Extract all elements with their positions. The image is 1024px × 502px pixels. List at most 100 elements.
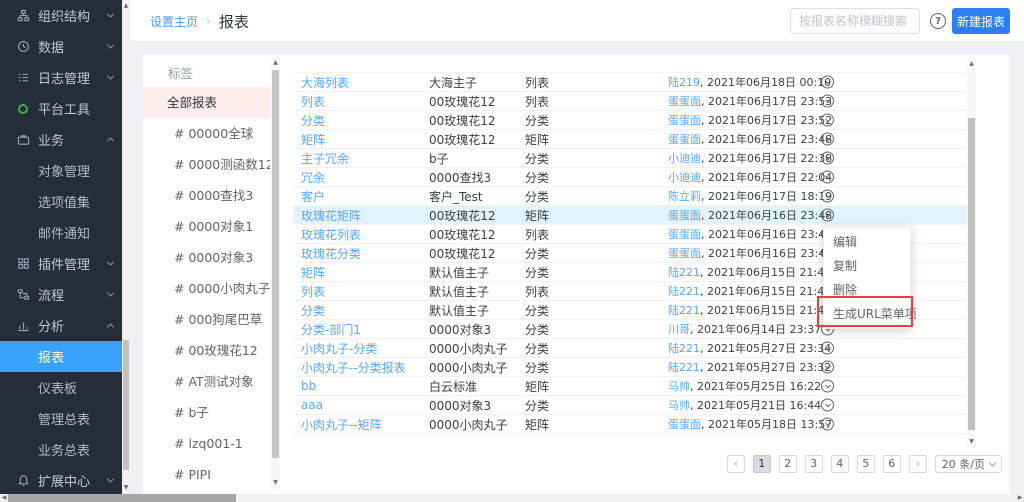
tag-item[interactable]: # b子 xyxy=(143,397,270,428)
scroll-down-icon[interactable]: ▼ xyxy=(271,478,280,488)
user-link[interactable]: 陆221 xyxy=(668,304,700,317)
sidebar-item-plugin-management[interactable]: 插件管理 xyxy=(0,248,122,279)
user-link[interactable]: 陆221 xyxy=(668,342,700,355)
sidebar-item-option-value-set[interactable]: 选项值集 xyxy=(0,186,122,217)
sidebar-item-log-management[interactable]: 日志管理 xyxy=(0,62,122,93)
report-name-link[interactable]: 列表 xyxy=(293,283,429,300)
report-name-link[interactable]: 分类 xyxy=(293,302,429,319)
report-name-link[interactable]: 矩阵 xyxy=(293,264,429,281)
sidebar-item-analysis[interactable]: 分析 xyxy=(0,310,122,341)
row-actions-icon[interactable] xyxy=(821,361,834,374)
row-actions-icon[interactable] xyxy=(821,418,834,431)
user-link[interactable]: 陆221 xyxy=(668,266,700,279)
user-link[interactable]: 川哥 xyxy=(668,323,690,336)
row-actions-icon[interactable] xyxy=(821,76,834,89)
sidebar-item-platform-tools[interactable]: 平台工具 xyxy=(0,93,122,124)
tag-item[interactable]: # 0000测函数123 xyxy=(143,149,270,180)
sidebar-scrollbar-thumb[interactable] xyxy=(123,340,129,470)
scroll-up-icon[interactable]: ▲ xyxy=(967,59,976,69)
page-number-button[interactable]: 5 xyxy=(857,455,875,473)
row-actions-icon[interactable] xyxy=(821,114,834,127)
sidebar-item-object-management[interactable]: 对象管理 xyxy=(0,155,122,186)
sidebar-item-dashboard[interactable]: 仪表板 xyxy=(0,372,122,403)
context-menu-item[interactable]: 编辑 xyxy=(824,230,910,254)
report-name-link[interactable]: aaa xyxy=(293,398,429,412)
context-menu-item[interactable]: 复制 xyxy=(824,254,910,278)
help-icon[interactable]: ? xyxy=(930,13,946,29)
user-link[interactable]: 蛋蛋面 xyxy=(668,95,701,108)
user-link[interactable]: 马帅 xyxy=(668,380,690,393)
report-name-link[interactable]: 玫瑰花分类 xyxy=(293,245,429,262)
tag-item[interactable]: # lzq001-1 xyxy=(143,428,270,459)
page-size-select[interactable]: 20 条/页 xyxy=(935,455,1002,473)
sidebar-item-data[interactable]: 数据 xyxy=(0,31,122,62)
user-link[interactable]: 陆221 xyxy=(668,285,700,298)
user-link[interactable]: 陈立莉 xyxy=(668,190,701,203)
user-link[interactable]: 小迪迪 xyxy=(668,152,701,165)
page-number-button[interactable]: 2 xyxy=(779,455,797,473)
page-number-button[interactable]: 1 xyxy=(753,455,771,473)
prev-page-button[interactable]: ‹ xyxy=(727,455,745,473)
scroll-left-icon[interactable]: ◀ xyxy=(0,494,8,502)
sidebar-item-flow[interactable]: 流程 xyxy=(0,279,122,310)
table-scrollbar-thumb[interactable] xyxy=(968,118,975,430)
sidebar-item-reports[interactable]: 报表 xyxy=(0,341,122,372)
row-actions-icon[interactable] xyxy=(821,171,834,184)
tag-item[interactable]: # AT测试对象 xyxy=(143,366,270,397)
user-link[interactable]: 蛋蛋面 xyxy=(668,114,701,127)
tag-item[interactable]: # 00000全球 xyxy=(143,118,270,149)
user-link[interactable]: 马帅 xyxy=(668,399,690,412)
page-number-button[interactable]: 6 xyxy=(883,455,901,473)
report-name-link[interactable]: 分类 xyxy=(293,112,429,129)
report-name-link[interactable]: 分类-部门1 xyxy=(293,321,429,338)
sidebar-item-org-structure[interactable]: 组织结构 xyxy=(0,0,122,31)
report-name-link[interactable]: 小肉丸子--矩阵 xyxy=(293,416,429,433)
page-number-button[interactable]: 3 xyxy=(805,455,823,473)
tag-item[interactable]: # 0000对象1 xyxy=(143,211,270,242)
report-name-link[interactable]: 大海列表 xyxy=(293,74,429,91)
tag-item[interactable]: # 0000对象3 xyxy=(143,242,270,273)
report-name-link[interactable]: 主子冗余 xyxy=(293,150,429,167)
report-name-link[interactable]: 小肉丸子--分类报表 xyxy=(293,359,429,376)
row-actions-icon[interactable] xyxy=(821,380,834,393)
sidebar-item-management-summary[interactable]: 管理总表 xyxy=(0,403,122,434)
context-menu-item[interactable]: 生成URL菜单项 xyxy=(824,302,910,326)
scroll-up-icon[interactable]: ▲ xyxy=(122,1,130,11)
user-link[interactable]: 蛋蛋面 xyxy=(668,247,701,260)
user-link[interactable]: 蛋蛋面 xyxy=(668,209,701,222)
row-actions-icon[interactable] xyxy=(821,399,834,412)
sidebar-item-business[interactable]: 业务 xyxy=(0,124,122,155)
row-actions-icon[interactable] xyxy=(821,133,834,146)
tag-item[interactable]: # 0000小肉丸子 xyxy=(143,273,270,304)
sidebar-item-extension-center[interactable]: 扩展中心 xyxy=(0,465,122,494)
sidebar-item-business-summary[interactable]: 业务总表 xyxy=(0,434,122,465)
user-link[interactable]: 小迪迪 xyxy=(668,171,701,184)
scroll-right-icon[interactable]: ▶ xyxy=(1016,494,1024,502)
user-link[interactable]: 蛋蛋面 xyxy=(668,133,701,146)
report-name-link[interactable]: 玫瑰花列表 xyxy=(293,226,429,243)
row-actions-icon[interactable] xyxy=(821,190,834,203)
report-name-link[interactable]: 玫瑰花矩阵 xyxy=(293,207,429,224)
tag-item[interactable]: # 000狗尾巴草 xyxy=(143,304,270,335)
tag-item[interactable]: 全部报表 xyxy=(143,87,270,118)
next-page-button[interactable]: › xyxy=(909,455,927,473)
horizontal-scrollbar-thumb[interactable] xyxy=(8,494,236,502)
row-actions-icon[interactable] xyxy=(821,152,834,165)
report-name-link[interactable]: bb xyxy=(293,379,429,393)
report-name-link[interactable]: 矩阵 xyxy=(293,131,429,148)
scroll-down-icon[interactable]: ▼ xyxy=(967,437,976,447)
report-name-link[interactable]: 冗余 xyxy=(293,169,429,186)
user-link[interactable]: 蛋蛋面 xyxy=(668,228,701,241)
breadcrumb-home-link[interactable]: 设置主页 xyxy=(150,13,198,30)
new-report-button[interactable]: 新建报表 xyxy=(952,8,1010,34)
user-link[interactable]: 蛋蛋面 xyxy=(668,418,701,431)
sidebar-item-mail-notice[interactable]: 邮件通知 xyxy=(0,217,122,248)
scroll-down-icon[interactable]: ▼ xyxy=(122,483,130,493)
user-link[interactable]: 陆219 xyxy=(668,76,700,89)
scroll-up-icon[interactable]: ▲ xyxy=(271,58,280,68)
report-name-link[interactable]: 客户 xyxy=(293,188,429,205)
row-actions-icon[interactable] xyxy=(821,209,834,222)
tag-item[interactable]: # 0000查找3 xyxy=(143,180,270,211)
report-name-link[interactable]: 小肉丸子-分类 xyxy=(293,340,429,357)
context-menu-item[interactable]: 删除 xyxy=(824,278,910,302)
